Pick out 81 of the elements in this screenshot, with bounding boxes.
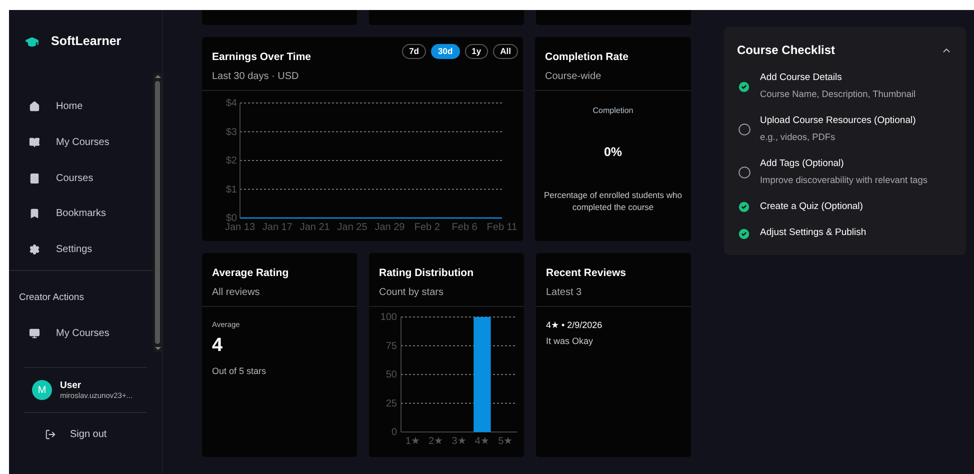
axis-label: Feb 2 <box>414 222 440 233</box>
check-status[interactable] <box>737 226 751 241</box>
axis-label: Jan 29 <box>374 222 405 233</box>
stat-caption: Percentage of enrolled students who completed the course <box>543 188 683 214</box>
nav-item[interactable]: Bookmarks <box>9 196 153 232</box>
check-status[interactable] <box>737 166 751 180</box>
check-status[interactable] <box>737 80 751 94</box>
range-tab[interactable]: 1y <box>464 44 488 59</box>
reader-icon <box>29 137 40 148</box>
checklist-detail: Improve discoverability with relevant tags <box>760 174 928 188</box>
axis-label: Jan 21 <box>300 222 330 233</box>
checklist-item: Adjust Settings & Publish <box>760 226 866 240</box>
card-subtitle: Latest 3 <box>546 286 583 300</box>
check-circle-icon <box>737 200 751 214</box>
nav-item[interactable]: Settings <box>9 232 153 268</box>
card-subtitle: Count by stars <box>379 286 444 300</box>
card-subtitle: All reviews <box>212 286 261 300</box>
empty-circle-icon <box>738 123 750 136</box>
settings-icon <box>29 244 40 256</box>
home-icon <box>29 101 40 112</box>
checklist-detail: Course Name, Description, Thumbnail <box>760 88 916 102</box>
axis-label: $4 <box>226 98 237 109</box>
card-title: Average Rating <box>212 266 290 281</box>
nav-item[interactable]: Courses <box>9 160 153 196</box>
axis-label: $3 <box>226 126 237 138</box>
axis-label: Feb 6 <box>452 222 478 233</box>
axis-label: 4★ <box>474 436 490 447</box>
stat-label: Completion <box>592 104 634 117</box>
nav-item[interactable]: Home <box>9 89 153 125</box>
card-title: Recent Reviews <box>546 266 627 281</box>
check-status[interactable] <box>737 200 751 214</box>
bookmark-icon <box>29 208 40 220</box>
nav-item[interactable]: My Courses <box>9 124 153 160</box>
graduation-cap-icon <box>25 34 39 48</box>
rating-value: 4 <box>212 334 224 358</box>
section-title: Creator Actions <box>19 292 84 303</box>
axis-label: Jan 13 <box>224 222 256 233</box>
axis-label: Feb 11 <box>486 222 518 233</box>
card-title: Completion Rate <box>545 50 630 65</box>
review-meta: 4★ • 2/9/2026 <box>546 318 604 332</box>
user-name: User <box>60 380 82 391</box>
card-title: Earnings Over Time <box>212 50 312 65</box>
checklist-item: Add Tags (Optional) <box>760 157 845 172</box>
empty-circle-icon <box>738 166 750 180</box>
axis-label: Jan 17 <box>262 222 292 233</box>
completion-value: 0% <box>604 144 622 161</box>
checklist-item: Create a Quiz (Optional) <box>760 200 863 214</box>
check-circle-icon <box>737 226 751 241</box>
card-subtitle: Last 30 days · USD <box>212 70 300 84</box>
axis-label: $0 <box>226 212 237 224</box>
axis-label: 25 <box>386 398 397 409</box>
checklist-item: Upload Course Resources (Optional) <box>760 114 916 128</box>
user-avatar: M <box>32 380 52 400</box>
axis-label: 0 <box>391 426 397 438</box>
scrollbar[interactable] <box>153 73 162 352</box>
range-tab[interactable]: 7d <box>402 44 426 59</box>
axis-label: 75 <box>386 340 397 352</box>
sign-out-icon <box>45 429 56 440</box>
checklist-title: Course Checklist <box>737 42 836 59</box>
axis-label: Jan 25 <box>337 222 368 233</box>
axis-label: 50 <box>386 369 397 380</box>
check-status[interactable] <box>737 122 751 137</box>
card-title: Rating Distribution <box>379 266 474 281</box>
axis-label: 2★ <box>428 436 444 447</box>
sign-out-button[interactable]: Sign out <box>45 427 162 442</box>
nav-item[interactable]: My Courses <box>9 316 153 352</box>
axis-label: $2 <box>226 155 237 166</box>
axis-label: $1 <box>226 184 237 195</box>
axis-label: 3★ <box>452 436 466 447</box>
axis-label: 100 <box>380 312 397 323</box>
card-subtitle: Course-wide <box>545 70 602 84</box>
axis-label: 5★ <box>498 436 513 447</box>
range-tab[interactable]: All <box>493 44 518 59</box>
stat-caption: Out of 5 stars <box>212 364 268 378</box>
checklist-detail: e.g., videos, PDFs <box>760 131 836 144</box>
book-icon <box>29 172 40 184</box>
brand-name: SoftLearner <box>51 33 122 50</box>
review-text: It was Okay <box>546 335 594 348</box>
checklist-item: Add Course Details <box>760 71 843 85</box>
axis-label: 1★ <box>405 436 420 447</box>
check-circle-icon <box>737 80 751 94</box>
